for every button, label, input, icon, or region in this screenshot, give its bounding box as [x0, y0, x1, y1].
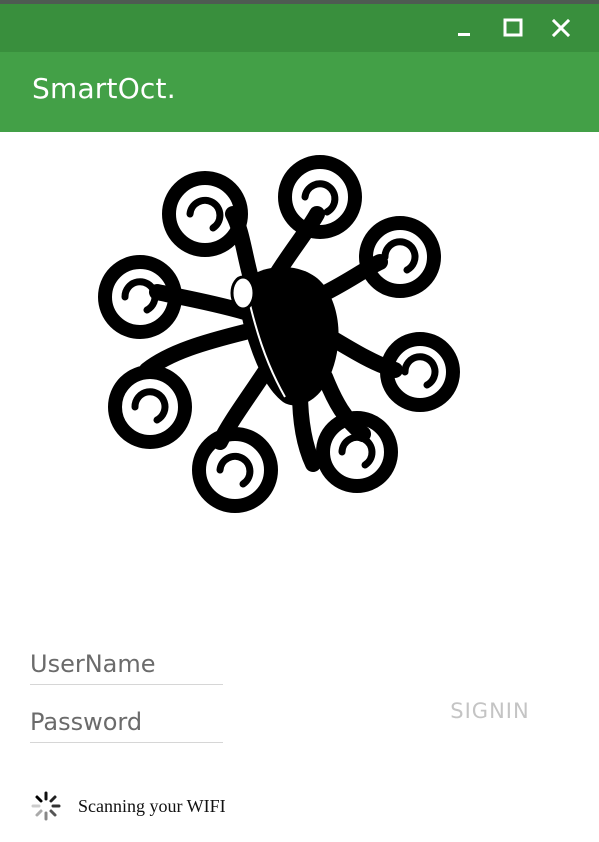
username-input[interactable]	[30, 650, 223, 678]
status-text: Scanning your WIFI	[78, 795, 226, 816]
octopus-logo-icon	[98, 155, 460, 513]
close-icon	[551, 18, 571, 38]
close-button[interactable]	[547, 14, 575, 42]
password-input[interactable]	[30, 708, 223, 736]
password-field	[30, 698, 223, 743]
minimize-button[interactable]	[450, 14, 478, 42]
username-field	[30, 640, 223, 685]
maximize-icon	[503, 18, 523, 37]
minimize-icon	[458, 33, 470, 36]
loading-spinner-icon	[31, 791, 61, 821]
window-titlebar	[0, 0, 599, 52]
app-bar: SmartOct.	[0, 52, 599, 132]
status-row: Scanning your WIFI	[30, 790, 226, 822]
app-title: SmartOct.	[32, 72, 176, 105]
signin-button[interactable]: SIGNIN	[430, 694, 550, 728]
maximize-button[interactable]	[499, 14, 527, 42]
